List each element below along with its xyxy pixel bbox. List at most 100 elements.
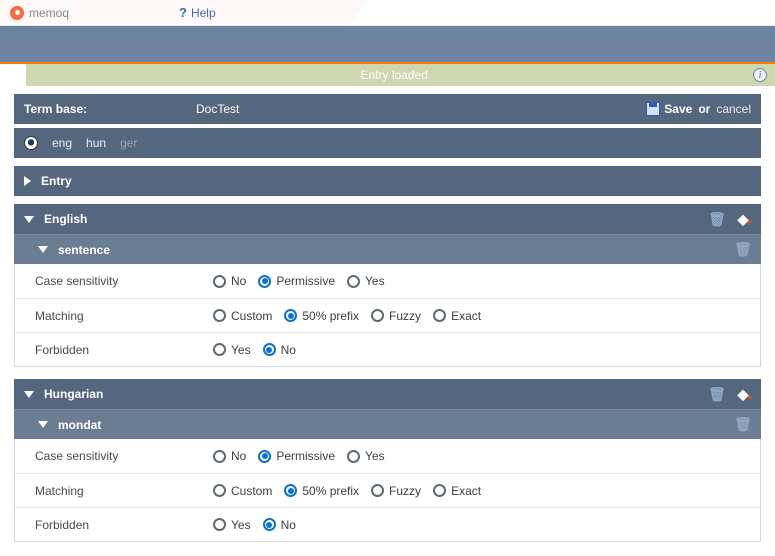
language-bar: eng hun ger <box>14 128 761 158</box>
section-english-title: English <box>44 212 699 226</box>
radio-label: Yes <box>231 518 251 532</box>
radio-option[interactable]: No <box>263 343 296 357</box>
radio-label: 50% prefix <box>302 484 359 498</box>
radio-option[interactable]: Yes <box>213 343 251 357</box>
save-label: Save <box>664 102 692 116</box>
section-english[interactable]: English 🗑 ◆+ <box>14 204 761 234</box>
help-link[interactable]: ? Help <box>179 5 216 20</box>
radio-icon <box>213 450 226 463</box>
radio-option[interactable]: No <box>213 274 246 288</box>
radio-label: No <box>231 449 246 463</box>
prop-label: Matching <box>15 309 213 323</box>
radio-icon <box>213 518 226 531</box>
radio-group-matching: Custom 50% prefix Fuzzy Exact <box>213 484 760 498</box>
radio-option[interactable]: Permissive <box>258 449 335 463</box>
add-icon[interactable]: ◆+ <box>735 211 751 227</box>
term-english[interactable]: sentence 🗑 <box>14 234 761 264</box>
radio-label: No <box>281 518 296 532</box>
english-props: Case sensitivity No Permissive Yes Matchin… <box>14 264 761 367</box>
or-label: or <box>698 102 710 116</box>
term-english-label: sentence <box>58 243 725 257</box>
radio-option[interactable]: 50% prefix <box>284 484 359 498</box>
radio-icon <box>213 343 226 356</box>
chevron-down-icon <box>38 246 48 253</box>
row-matching: Matching Custom 50% prefix Fuzzy Exact <box>15 473 760 507</box>
radio-option[interactable]: Fuzzy <box>371 309 421 323</box>
trash-icon[interactable]: 🗑 <box>709 211 725 227</box>
radio-option[interactable]: Yes <box>347 274 385 288</box>
radio-group-case: No Permissive Yes <box>213 449 760 463</box>
termbase-value: DocTest <box>196 102 239 116</box>
section-entry-title: Entry <box>41 174 751 188</box>
radio-option[interactable]: Custom <box>213 309 272 323</box>
term-hungarian-label: mondat <box>58 418 725 432</box>
radio-group-matching: Custom 50% prefix Fuzzy Exact <box>213 309 760 323</box>
radio-label: Yes <box>365 274 385 288</box>
radio-label: Custom <box>231 484 272 498</box>
add-icon[interactable]: ◆+ <box>735 386 751 402</box>
brand-logo: memoq <box>0 6 69 20</box>
chevron-down-icon <box>24 216 34 223</box>
status-row: Entry loaded i <box>0 62 775 86</box>
termbase-label: Term base: <box>24 102 196 116</box>
radio-icon <box>258 450 271 463</box>
radio-icon <box>258 275 271 288</box>
radio-label: Exact <box>451 309 481 323</box>
section-entry[interactable]: Entry <box>14 166 761 196</box>
trash-icon[interactable]: 🗑 <box>735 417 751 433</box>
radio-icon <box>347 275 360 288</box>
top-bar: memoq ? Help <box>0 0 775 26</box>
radio-label: Yes <box>365 449 385 463</box>
radio-icon <box>433 484 446 497</box>
row-case-sensitivity: Case sensitivity No Permissive Yes <box>15 264 760 298</box>
info-icon[interactable]: i <box>753 68 767 82</box>
chevron-down-icon <box>24 391 34 398</box>
lang-hun[interactable]: hun <box>86 136 106 150</box>
lang-ger[interactable]: ger <box>120 136 137 150</box>
radio-option[interactable]: Yes <box>213 518 251 532</box>
section-hungarian[interactable]: Hungarian 🗑 ◆+ <box>14 379 761 409</box>
radio-option[interactable]: Exact <box>433 309 481 323</box>
radio-icon <box>213 309 226 322</box>
radio-option[interactable]: Exact <box>433 484 481 498</box>
radio-option[interactable]: No <box>213 449 246 463</box>
radio-group-forbidden: Yes No <box>213 518 760 532</box>
radio-icon <box>213 275 226 288</box>
trash-icon[interactable]: 🗑 <box>735 242 751 258</box>
radio-label: Permissive <box>276 274 335 288</box>
brand-name: memoq <box>29 6 69 20</box>
radio-icon <box>371 484 384 497</box>
radio-icon <box>213 484 226 497</box>
radio-option[interactable]: No <box>263 518 296 532</box>
trash-icon[interactable]: 🗑 <box>709 386 725 402</box>
help-label: Help <box>191 6 216 20</box>
prop-label: Case sensitivity <box>15 449 213 463</box>
radio-group-case: No Permissive Yes <box>213 274 760 288</box>
header-bar: Term base: DocTest Save or cancel <box>14 94 761 124</box>
save-button[interactable]: Save <box>646 102 692 116</box>
radio-option[interactable]: Custom <box>213 484 272 498</box>
prop-label: Forbidden <box>15 518 213 532</box>
radio-option[interactable]: Fuzzy <box>371 484 421 498</box>
radio-label: 50% prefix <box>302 309 359 323</box>
radio-option[interactable]: 50% prefix <box>284 309 359 323</box>
blue-band <box>0 26 775 62</box>
cancel-link[interactable]: cancel <box>716 102 751 116</box>
prop-label: Forbidden <box>15 343 213 357</box>
section-hungarian-title: Hungarian <box>44 387 699 401</box>
status-text: Entry loaded <box>361 68 428 82</box>
row-matching: Matching Custom 50% prefix Fuzzy Exact <box>15 298 760 332</box>
lang-eng[interactable]: eng <box>52 136 72 150</box>
radio-option[interactable]: Permissive <box>258 274 335 288</box>
term-hungarian[interactable]: mondat 🗑 <box>14 409 761 439</box>
radio-label: Permissive <box>276 449 335 463</box>
radio-label: No <box>231 274 246 288</box>
help-icon: ? <box>179 5 187 20</box>
prop-label: Matching <box>15 484 213 498</box>
prop-label: Case sensitivity <box>15 274 213 288</box>
radio-label: Yes <box>231 343 251 357</box>
radio-label: Fuzzy <box>389 309 421 323</box>
radio-option[interactable]: Yes <box>347 449 385 463</box>
radio-group-forbidden: Yes No <box>213 343 760 357</box>
radio-icon <box>284 309 297 322</box>
